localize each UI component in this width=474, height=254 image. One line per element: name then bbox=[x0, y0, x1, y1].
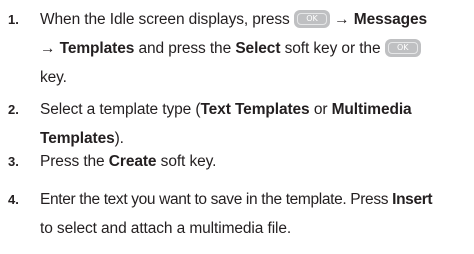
step-line: Select a template type (Text Templates o… bbox=[40, 95, 412, 124]
step-line: to select and attach a multimedia file. bbox=[40, 214, 291, 243]
step-line: Press the Create soft key. bbox=[40, 147, 216, 176]
ok-key-icon: OK bbox=[293, 9, 330, 28]
option-name: Multimedia bbox=[331, 101, 412, 118]
menu-name: Messages bbox=[353, 11, 428, 28]
instruction-steps: 1. When the Idle screen displays, press … bbox=[0, 0, 474, 254]
step-text: Enter the text you want to save in the t… bbox=[40, 191, 389, 208]
step-line: key. bbox=[40, 63, 67, 92]
step-text: Select a template type ( bbox=[40, 101, 201, 118]
option-name: Templates bbox=[40, 130, 115, 147]
step-number: 1. bbox=[8, 12, 19, 27]
step-line: Enter the text you want to save in the t… bbox=[40, 185, 433, 214]
step-number: 2. bbox=[8, 102, 19, 117]
option-name: Text Templates bbox=[200, 101, 310, 118]
step-number: 4. bbox=[8, 192, 19, 207]
step-text: and press the bbox=[138, 40, 232, 57]
step-text: key. bbox=[40, 69, 67, 86]
step-text: soft key. bbox=[160, 153, 217, 170]
arrow-symbol: → bbox=[334, 11, 350, 28]
ok-key-icon: OK bbox=[384, 38, 421, 57]
step-text: to select and attach a multimedia file. bbox=[40, 220, 292, 237]
soft-key-name: Select bbox=[235, 40, 281, 57]
step-text: Press the bbox=[40, 153, 105, 170]
soft-key-name: Insert bbox=[392, 191, 433, 208]
step-text: or bbox=[313, 101, 328, 118]
step-line: → Templates and press the Select soft ke… bbox=[40, 34, 421, 63]
step-number: 3. bbox=[8, 154, 19, 169]
soft-key-name: Create bbox=[108, 153, 157, 170]
arrow-symbol: → bbox=[40, 40, 56, 57]
step-line: When the Idle screen displays, press OK … bbox=[40, 5, 427, 34]
step-text: soft key or the bbox=[284, 40, 381, 57]
step-text: ). bbox=[114, 130, 124, 147]
step-text: When the Idle screen displays, press bbox=[40, 11, 290, 28]
menu-name: Templates bbox=[59, 40, 135, 57]
